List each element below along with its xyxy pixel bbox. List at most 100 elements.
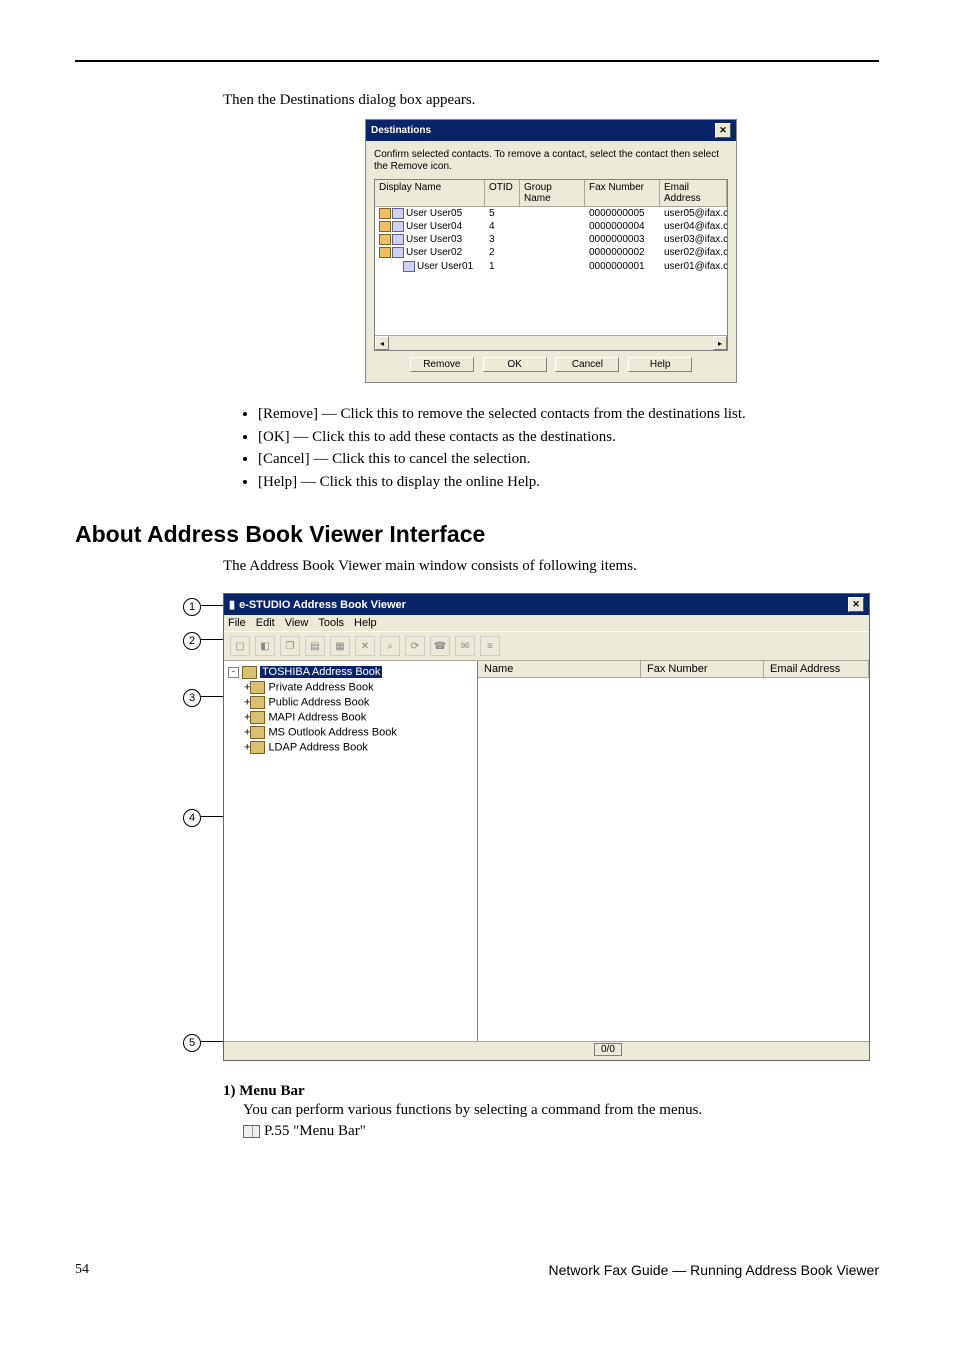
paste-icon[interactable]: ▤ xyxy=(305,636,325,656)
table-row[interactable]: User User03 3 0000000003 user03@ifax.com xyxy=(375,233,727,246)
desc-body: You can perform various functions by sel… xyxy=(243,1100,879,1121)
bullet-list: [Remove] — Click this to remove the sele… xyxy=(223,403,879,493)
tree-root-label: TOSHIBA Address Book xyxy=(260,666,382,678)
header-email[interactable]: Email Address xyxy=(764,661,869,677)
close-icon[interactable]: ✕ xyxy=(715,123,731,138)
cell-group xyxy=(520,220,585,233)
cell-email: user04@ifax.com xyxy=(660,220,727,233)
book-icon xyxy=(250,681,265,694)
list-icon[interactable]: ≡ xyxy=(480,636,500,656)
header-fax[interactable]: Fax Number xyxy=(641,661,764,677)
dialog-instruction: Confirm selected contacts. To remove a c… xyxy=(374,149,728,173)
viewer-titlebar: ▮ e-STUDIO Address Book Viewer ✕ xyxy=(224,594,869,615)
cell-name: User User05 xyxy=(406,208,462,219)
section-intro: The Address Book Viewer main window cons… xyxy=(223,558,879,575)
cell-name: User User01 xyxy=(417,261,473,272)
menu-bar: File Edit View Tools Help xyxy=(224,615,869,631)
cell-otid: 1 xyxy=(485,260,520,273)
menu-edit[interactable]: Edit xyxy=(256,617,275,629)
new-book-icon[interactable]: ▢ xyxy=(230,636,250,656)
cell-email: user02@ifax.com xyxy=(660,246,727,259)
table-row[interactable]: User User05 5 0000000005 user05@ifax.com xyxy=(375,207,727,220)
copy-icon[interactable]: ❐ xyxy=(280,636,300,656)
find-icon[interactable]: ⌕ xyxy=(380,636,400,656)
menu-help[interactable]: Help xyxy=(354,617,377,629)
delete-icon[interactable]: ✕ xyxy=(355,636,375,656)
fax-icon[interactable]: ☎ xyxy=(430,636,450,656)
cell-otid: 3 xyxy=(485,233,520,246)
callout-5: 5 xyxy=(183,1034,201,1052)
refresh-icon[interactable]: ⟳ xyxy=(405,636,425,656)
table-row[interactable]: User User01 1 0000000001 user01@ifax.com xyxy=(375,260,727,273)
header-email[interactable]: Email Address xyxy=(660,180,727,206)
mail-icon[interactable]: ✉ xyxy=(455,636,475,656)
contact-icon xyxy=(379,234,391,245)
intro-text: Then the Destinations dialog box appears… xyxy=(223,92,879,109)
bullet-item: [Cancel] — Click this to cancel the sele… xyxy=(258,448,879,471)
tree-item-label: Private Address Book xyxy=(268,681,373,693)
tree-item[interactable]: +Private Address Book xyxy=(244,680,473,695)
remove-button[interactable]: Remove xyxy=(410,357,474,372)
collapse-icon[interactable]: - xyxy=(228,667,239,678)
cell-group xyxy=(520,260,585,273)
help-button[interactable]: Help xyxy=(628,357,692,372)
header-group-name[interactable]: Group Name xyxy=(520,180,585,206)
cell-email: user01@ifax.com xyxy=(660,260,727,273)
close-icon[interactable]: ✕ xyxy=(848,597,864,612)
cancel-button[interactable]: Cancel xyxy=(555,357,619,372)
book-icon xyxy=(242,666,257,679)
header-display-name[interactable]: Display Name xyxy=(375,180,485,206)
header-name[interactable]: Name xyxy=(478,661,641,677)
toolbar: ▢ ◧ ❐ ▤ ▦ ✕ ⌕ ⟳ ☎ ✉ ≡ xyxy=(224,631,869,661)
footer-title: Network Fax Guide — Running Address Book… xyxy=(549,1262,879,1278)
horizontal-scrollbar[interactable]: ◂ ▸ xyxy=(375,335,727,350)
cell-fax: 0000000003 xyxy=(585,233,660,246)
email-icon xyxy=(403,261,415,272)
cell-otid: 2 xyxy=(485,246,520,259)
new-contact-icon[interactable]: ◧ xyxy=(255,636,275,656)
menu-tools[interactable]: Tools xyxy=(318,617,344,629)
cell-fax: 0000000005 xyxy=(585,207,660,220)
cell-email: user03@ifax.com xyxy=(660,233,727,246)
bullet-item: [OK] — Click this to add these contacts … xyxy=(258,426,879,449)
tree-item-label: MS Outlook Address Book xyxy=(268,726,396,738)
cell-name: User User03 xyxy=(406,234,462,245)
cell-group xyxy=(520,233,585,246)
table-row[interactable]: User User04 4 0000000004 user04@ifax.com xyxy=(375,220,727,233)
destinations-dialog: Destinations ✕ Confirm selected contacts… xyxy=(365,119,737,383)
scroll-right-icon[interactable]: ▸ xyxy=(713,336,727,350)
cell-fax: 0000000001 xyxy=(585,260,660,273)
email-icon xyxy=(392,247,404,258)
tree-pane: - TOSHIBA Address Book +Private Address B… xyxy=(224,661,478,1041)
table-row[interactable]: User User02 2 0000000002 user02@ifax.com xyxy=(375,246,727,259)
cell-otid: 4 xyxy=(485,220,520,233)
header-fax-number[interactable]: Fax Number xyxy=(585,180,660,206)
header-otid[interactable]: OTID xyxy=(485,180,520,206)
tree-item[interactable]: +LDAP Address Book xyxy=(244,740,473,755)
list-headers: Display Name OTID Group Name Fax Number … xyxy=(375,180,727,207)
tree-root[interactable]: - TOSHIBA Address Book xyxy=(228,665,473,680)
cell-fax: 0000000002 xyxy=(585,246,660,259)
list-headers: Name Fax Number Email Address xyxy=(478,661,869,678)
list-pane: Name Fax Number Email Address xyxy=(478,661,869,1041)
ok-button[interactable]: OK xyxy=(483,357,547,372)
callout-3: 3 xyxy=(183,689,201,707)
tree-item-label: Public Address Book xyxy=(268,696,369,708)
app-icon: ▮ xyxy=(229,599,235,611)
cell-email: user05@ifax.com xyxy=(660,207,727,220)
viewer-title: e-STUDIO Address Book Viewer xyxy=(239,599,406,611)
properties-icon[interactable]: ▦ xyxy=(330,636,350,656)
email-icon xyxy=(392,234,404,245)
bullet-item: [Help] — Click this to display the onlin… xyxy=(258,471,879,494)
tree-item[interactable]: +Public Address Book xyxy=(244,695,473,710)
menu-file[interactable]: File xyxy=(228,617,246,629)
menu-view[interactable]: View xyxy=(285,617,309,629)
address-book-viewer-window: ▮ e-STUDIO Address Book Viewer ✕ File Edi… xyxy=(223,593,870,1061)
tree-item[interactable]: +MS Outlook Address Book xyxy=(244,725,473,740)
desc-title: Menu Bar xyxy=(239,1083,304,1099)
book-icon xyxy=(250,711,265,724)
scroll-left-icon[interactable]: ◂ xyxy=(375,336,389,350)
tree-item[interactable]: +MAPI Address Book xyxy=(244,710,473,725)
desc-ref: P.55 "Menu Bar" xyxy=(264,1123,366,1139)
section-heading: About Address Book Viewer Interface xyxy=(75,521,879,548)
